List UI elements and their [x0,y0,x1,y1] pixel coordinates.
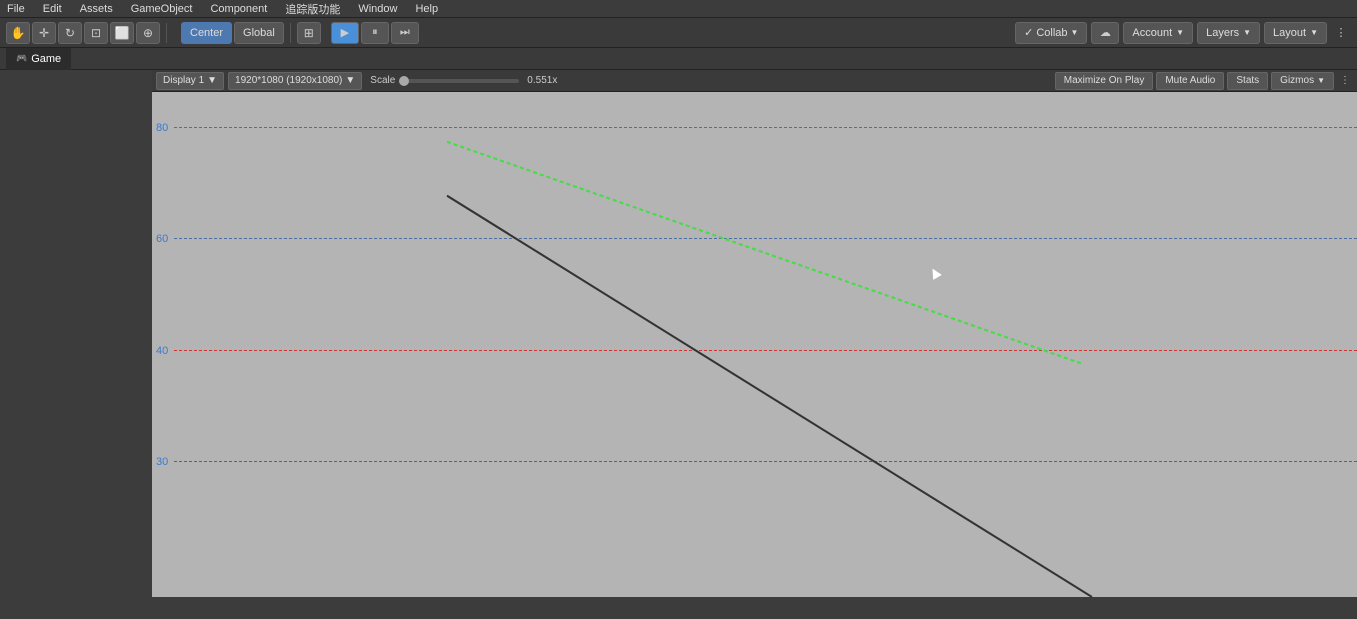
hand-tool-button[interactable]: ✋ [6,22,30,44]
layers-dropdown-arrow: ▼ [1243,28,1251,37]
separator-1 [166,23,167,43]
scale-value: 0.551x [527,75,557,86]
layout-dropdown-arrow: ▼ [1310,28,1318,37]
resolution-label: 1920*1080 (1920x1080) [235,75,342,86]
layers-button[interactable]: Layers ▼ [1197,22,1260,44]
rotate-tool-button[interactable]: ↻ [58,22,82,44]
game-toolbar-more-button[interactable]: ⋮ [1337,72,1353,90]
stats-button[interactable]: Stats [1227,72,1268,90]
menu-tracking[interactable]: 追踪版功能 [282,1,343,17]
toolbar-right: ✓ Collab ▼ ☁ Account ▼ Layers ▼ Layout ▼… [1015,22,1351,44]
canvas-area: 80 60 40 30 [152,92,1357,597]
menu-gameobject[interactable]: GameObject [128,3,196,15]
resolution-arrow: ▼ [345,75,355,86]
game-tab-icon: 🎮 [16,53,27,64]
scale-thumb [399,76,409,86]
toolbar: ✋ ✛ ↻ ⊡ ⬜ ⊕ Center Global ⊞ ▶ ⏸ ⏭ ✓ Coll… [0,18,1357,48]
game-area: Display 1 ▼ 1920*1080 (1920x1080) ▼ Scal… [152,70,1357,597]
menu-window[interactable]: Window [355,3,400,15]
gizmos-arrow: ▼ [1317,76,1325,85]
cloud-button[interactable]: ☁ [1091,22,1119,44]
collab-label: Collab [1036,27,1067,39]
menu-help[interactable]: Help [412,3,441,15]
menu-bar: File Edit Assets GameObject Component 追踪… [0,0,1357,18]
scale-slider[interactable] [399,79,519,83]
center-global-group: Center Global [181,22,284,44]
multi-tool-button[interactable]: ⊕ [136,22,160,44]
layout-label: Layout [1273,27,1306,39]
global-button[interactable]: Global [234,22,284,44]
gizmos-button[interactable]: Gizmos ▼ [1271,72,1334,90]
resolution-dropdown[interactable]: 1920*1080 (1920x1080) ▼ [228,72,362,90]
step-button[interactable]: ⏭ [391,22,419,44]
canvas-svg [152,92,1357,597]
checkmark-icon: ✓ [1024,26,1033,39]
account-dropdown-arrow: ▼ [1176,28,1184,37]
account-button[interactable]: Account ▼ [1123,22,1193,44]
maximize-on-play-button[interactable]: Maximize On Play [1055,72,1154,90]
display-label: Display 1 [163,75,204,86]
scale-tool-button[interactable]: ⊡ [84,22,108,44]
collab-dropdown-arrow: ▼ [1071,28,1079,37]
play-controls: ▶ ⏸ ⏭ [331,22,419,44]
tab-bar: 🎮 Game [0,48,1357,70]
menu-component[interactable]: Component [207,3,270,15]
account-label: Account [1132,27,1172,39]
display-dropdown[interactable]: Display 1 ▼ [156,72,224,90]
menu-file[interactable]: File [4,3,28,15]
layout-button[interactable]: Layout ▼ [1264,22,1327,44]
game-viewport: 80 60 40 30 [152,92,1357,597]
center-button[interactable]: Center [181,22,232,44]
game-tab[interactable]: 🎮 Game [6,48,71,70]
separator-2 [290,23,291,43]
grid-button[interactable]: ⊞ [297,22,321,44]
game-toolbar: Display 1 ▼ 1920*1080 (1920x1080) ▼ Scal… [152,70,1357,92]
menu-assets[interactable]: Assets [77,3,116,15]
game-tab-label: Game [31,53,61,65]
mute-audio-button[interactable]: Mute Audio [1156,72,1224,90]
main-layout: Display 1 ▼ 1920*1080 (1920x1080) ▼ Scal… [0,70,1357,597]
left-panel [0,70,152,597]
more-options-button[interactable]: ⋮ [1331,22,1351,44]
green-line [447,142,1082,364]
rect-tool-button[interactable]: ⬜ [110,22,134,44]
gizmos-label: Gizmos [1280,75,1314,86]
layers-label: Layers [1206,27,1239,39]
display-arrow: ▼ [207,75,217,86]
game-toolbar-right: Maximize On Play Mute Audio Stats Gizmos… [1055,72,1353,90]
black-line [447,196,1092,597]
move-tool-button[interactable]: ✛ [32,22,56,44]
play-button[interactable]: ▶ [331,22,359,44]
tool-group: ✋ ✛ ↻ ⊡ ⬜ ⊕ [6,22,160,44]
menu-edit[interactable]: Edit [40,3,65,15]
scale-label: Scale [370,75,395,86]
pause-button[interactable]: ⏸ [361,22,389,44]
collab-button[interactable]: ✓ Collab ▼ [1015,22,1087,44]
